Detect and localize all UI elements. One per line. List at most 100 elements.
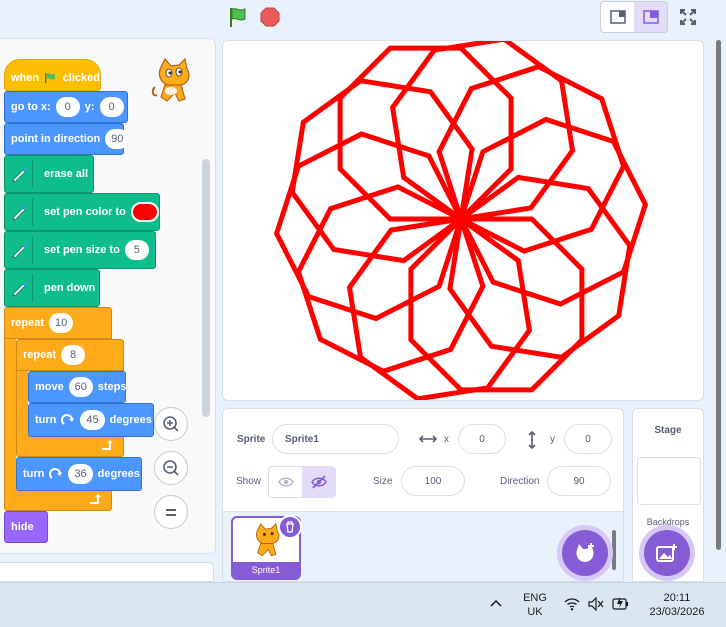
show-label: Show xyxy=(236,476,262,487)
clock-date: 23/03/2026 xyxy=(649,606,705,618)
repeat-count-input[interactable]: 8 xyxy=(61,345,86,365)
go-to-xy-block[interactable]: go to x: 0 y: 0 xyxy=(4,91,128,123)
pen-icon xyxy=(5,236,33,264)
steps-input[interactable]: 60 xyxy=(68,377,93,397)
y-label: y: xyxy=(84,101,95,113)
direction-label: Direction xyxy=(500,476,540,487)
repeat-label: repeat xyxy=(23,349,57,361)
degrees-label: degrees xyxy=(97,468,140,480)
stage[interactable] xyxy=(222,40,704,401)
pen-octagon xyxy=(436,64,627,254)
menu-bar xyxy=(0,0,726,36)
y-label: y xyxy=(550,434,555,445)
chevron-up-icon[interactable] xyxy=(490,599,502,607)
repeat-arrow-icon xyxy=(90,494,101,504)
cat-sprite-icon xyxy=(151,57,190,102)
degrees-input[interactable]: 45 xyxy=(80,410,105,430)
repeat-arrow-icon xyxy=(102,440,113,450)
rotate-right-icon xyxy=(61,414,75,425)
point-in-direction-block[interactable]: point in direction 90 xyxy=(4,123,130,155)
language-code: ENG xyxy=(523,592,547,604)
y-arrows-icon xyxy=(528,431,536,449)
pen-icon xyxy=(5,198,33,226)
move-steps-block[interactable]: move 60 steps xyxy=(28,371,127,403)
move-label: move xyxy=(35,381,64,393)
backdrops-label: Backdrops xyxy=(646,517,690,527)
zoom-reset-icon[interactable] xyxy=(154,495,188,529)
green-flag-icon[interactable] xyxy=(227,6,249,28)
fullscreen-icon[interactable] xyxy=(674,3,702,31)
pen-drawing xyxy=(273,41,649,400)
set-pen-color-block[interactable]: set pen color to xyxy=(4,193,160,231)
pen-down-block[interactable]: pen down xyxy=(4,269,100,307)
degrees-input[interactable]: 36 xyxy=(68,464,93,484)
turn-right-block[interactable]: turn 36 degrees xyxy=(16,457,142,491)
pen-octagon xyxy=(458,116,649,307)
zoom-in-icon[interactable] xyxy=(154,407,188,441)
stage-thumbnail[interactable] xyxy=(637,457,701,505)
y-input[interactable]: 0 xyxy=(99,97,124,117)
sprite-name-input[interactable]: Sprite1 xyxy=(272,424,399,454)
pen-icon xyxy=(5,160,33,188)
clicked-label: clicked xyxy=(62,72,100,84)
show-hidden-icon[interactable] xyxy=(302,467,335,497)
pen-down-label: pen down xyxy=(44,282,96,294)
when-flag-clicked-block[interactable]: when clicked xyxy=(4,59,101,91)
size-label: Size xyxy=(373,476,393,487)
small-stage-icon[interactable] xyxy=(601,2,634,32)
go-to-label: go to x: xyxy=(11,101,51,113)
battery-icon[interactable] xyxy=(612,595,630,611)
repeat-inner-block[interactable]: repeat 8 xyxy=(16,339,124,371)
point-label: point in direction xyxy=(11,133,101,145)
set-pen-size-block[interactable]: set pen size to 5 xyxy=(4,231,156,269)
repeat-label: repeat xyxy=(11,317,45,329)
delete-sprite-icon[interactable] xyxy=(278,515,302,539)
pen-color-swatch[interactable] xyxy=(130,202,159,222)
x-input[interactable]: 0 xyxy=(55,97,80,117)
x-arrows-icon xyxy=(419,435,437,443)
steps-label: steps xyxy=(97,381,127,393)
hide-block[interactable]: hide xyxy=(4,511,48,543)
zoom-out-icon[interactable] xyxy=(154,451,188,485)
erase-all-block[interactable]: erase all xyxy=(4,155,94,193)
wifi-icon[interactable] xyxy=(564,597,580,611)
repeat-inner-footer xyxy=(16,435,124,457)
sprite-list-scrollbar[interactable] xyxy=(611,516,617,576)
code-area[interactable]: when clicked go to x: 0 y: 0 point in di… xyxy=(0,38,216,554)
choose-backdrop-icon[interactable] xyxy=(644,530,690,576)
clock[interactable]: 20:11 23/03/2026 xyxy=(640,591,714,619)
when-label: when xyxy=(11,72,40,84)
clock-time: 20:11 xyxy=(663,592,691,604)
stage-title: Stage xyxy=(654,425,682,436)
degrees-label: degrees xyxy=(109,414,152,426)
volume-muted-icon[interactable] xyxy=(588,597,604,611)
direction-input[interactable]: 90 xyxy=(105,129,130,149)
pen-icon xyxy=(5,274,33,302)
sprite-info-pane: Sprite Sprite1 x 0 y 0 Show Size 100 Dir… xyxy=(222,408,624,512)
hide-label: hide xyxy=(11,521,34,533)
language-indicator[interactable]: ENG UK xyxy=(518,591,552,619)
x-label: x xyxy=(444,434,449,445)
x-input[interactable]: 0 xyxy=(458,424,506,454)
turn-right-block[interactable]: turn 45 degrees xyxy=(28,403,154,437)
y-input[interactable]: 0 xyxy=(564,424,612,454)
direction-input[interactable]: 90 xyxy=(547,466,611,496)
page-scrollbar[interactable] xyxy=(714,40,722,580)
repeat-count-input[interactable]: 10 xyxy=(49,313,74,333)
stop-icon[interactable] xyxy=(260,7,280,27)
pen-size-input[interactable]: 5 xyxy=(124,240,149,260)
taskbar: ENG UK 20:11 23/03/2026 xyxy=(0,582,726,627)
code-area-footer xyxy=(0,562,214,582)
set-color-label: set pen color to xyxy=(44,206,126,218)
repeat-outer-arm xyxy=(4,339,16,509)
choose-sprite-icon[interactable] xyxy=(562,530,608,576)
stage-size-toggle xyxy=(600,1,668,33)
size-input[interactable]: 100 xyxy=(401,466,465,496)
normal-stage-icon[interactable] xyxy=(634,2,667,32)
show-visible-icon[interactable] xyxy=(269,467,302,497)
code-scrollbar[interactable] xyxy=(202,159,210,417)
sprite-card-name: Sprite1 xyxy=(233,562,299,578)
repeat-outer-block[interactable]: repeat 10 xyxy=(4,307,112,339)
erase-label: erase all xyxy=(44,168,89,180)
keyboard-layout: UK xyxy=(527,606,543,618)
